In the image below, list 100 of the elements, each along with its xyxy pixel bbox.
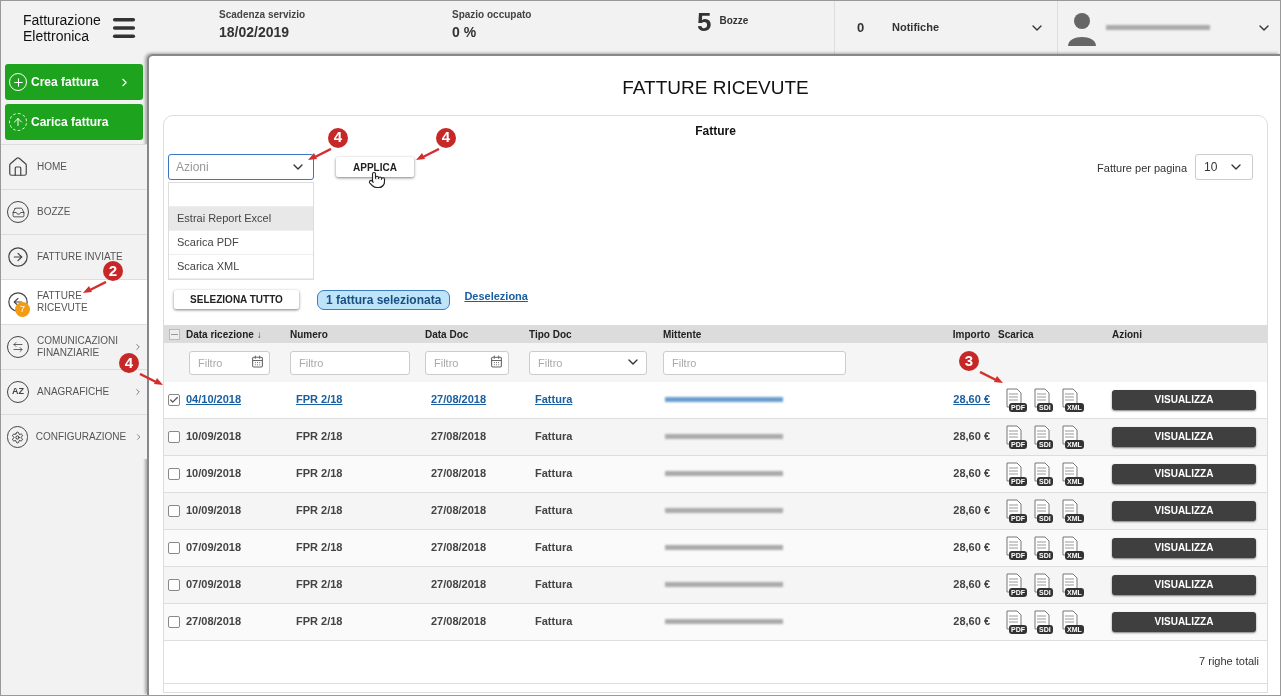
table-cell-text: FPR 2/18	[296, 577, 344, 593]
table-cell-text: 10/09/2018	[186, 466, 243, 482]
table-cell-text: 27/08/2018	[431, 577, 488, 593]
document-icon	[1034, 498, 1050, 519]
filter-select[interactable]: Filtro	[529, 350, 647, 375]
table-cell-text: 28,60 €	[953, 429, 991, 445]
document-icon	[1034, 572, 1050, 593]
table-cell-text: 28,60 €	[953, 503, 991, 519]
table-cell[interactable]: FPR 2/18	[296, 391, 425, 408]
row-checkbox[interactable]	[168, 393, 180, 406]
table-cell-text: 07/09/2018	[186, 577, 243, 593]
annotation-arrow-icon	[139, 373, 163, 385]
selection-count-badge: 1 fattura selezionata	[317, 289, 451, 310]
table-cell-text: 10/09/2018	[186, 503, 243, 519]
view-button[interactable]: VISUALIZZA	[1112, 426, 1256, 447]
per-page-label: Fatture per pagina	[1097, 160, 1187, 176]
apply-button[interactable]: APPLICA	[336, 157, 414, 177]
table-cell-text: FPR 2/18	[296, 503, 344, 519]
column-header: Numero	[290, 327, 329, 342]
row-checkbox[interactable]	[168, 541, 180, 554]
row-checkbox[interactable]	[168, 430, 180, 443]
drafts-label: Bozze	[719, 14, 749, 28]
table-cell-text: FPR 2/18	[296, 466, 344, 482]
table-cell-text: Fattura	[535, 466, 574, 482]
filter-field[interactable]: Filtro	[290, 350, 410, 375]
row-checkbox[interactable]	[168, 467, 180, 480]
chevron-right-icon	[133, 342, 143, 352]
filter-field[interactable]: Filtro	[189, 350, 270, 375]
row-checkbox[interactable]	[168, 504, 180, 517]
document-icon	[1034, 424, 1050, 445]
table-cell[interactable]: Fattura	[535, 391, 663, 408]
column-header: Scarica	[998, 327, 1035, 342]
annotation-number: 4	[436, 127, 456, 148]
table-cell-text: 07/09/2018	[186, 540, 243, 556]
arrow-right-icon	[7, 246, 29, 268]
home-icon	[7, 156, 29, 178]
page-title: FATTURE RICEVUTE	[621, 76, 810, 100]
stat-label: Spazio occupato	[452, 8, 533, 22]
calendar-icon	[251, 354, 264, 368]
table-cell-text: 27/08/2018	[186, 614, 243, 630]
collapse-checkbox-icon[interactable]	[169, 328, 180, 340]
table-cell-text: Fattura	[535, 614, 574, 630]
per-page-select[interactable]: 10	[1195, 153, 1253, 180]
deselect-link[interactable]: Deseleziona	[464, 288, 528, 305]
table-cell-text: Fattura	[535, 577, 574, 593]
column-header: Mittente	[663, 327, 703, 342]
table-cell-text: FPR 2/18	[296, 429, 344, 445]
table-cell-text: 28,60 €	[953, 577, 991, 593]
row-checkbox[interactable]	[168, 578, 180, 591]
document-icon	[1034, 535, 1050, 556]
filter-field[interactable]: Filtro	[663, 350, 846, 375]
table-cell[interactable]: 04/10/2018	[186, 391, 290, 408]
annotation-number: 4	[328, 127, 348, 148]
document-icon	[1034, 609, 1050, 630]
stat-value: 18/02/2019	[219, 23, 291, 42]
view-button[interactable]: VISUALIZZA	[1112, 537, 1256, 558]
hand-cursor-icon	[368, 169, 386, 190]
column-header: Data ricezione ↓	[186, 326, 263, 342]
document-icon	[1034, 461, 1050, 482]
card-tab[interactable]: Fatture	[695, 121, 736, 140]
table-cell-text: 10/09/2018	[186, 429, 243, 445]
document-icon	[1034, 387, 1050, 408]
table-cell-text: Fattura	[535, 429, 574, 445]
table-cell-text: Fattura	[535, 503, 574, 519]
table-cell-text: 27/08/2018	[431, 503, 488, 519]
annotation-arrow-icon	[83, 281, 107, 293]
view-button[interactable]: VISUALIZZA	[1112, 463, 1256, 484]
table-cell-text: 27/08/2018	[431, 429, 488, 445]
table-cell-text: 27/08/2018	[431, 466, 488, 482]
column-header: Azioni	[1111, 327, 1143, 342]
view-button[interactable]: VISUALIZZA	[1112, 574, 1256, 595]
annotation-arrow-icon	[979, 371, 1003, 383]
row-total-count: 7 righe totali	[1199, 654, 1259, 670]
annotation-arrow-icon	[308, 147, 332, 160]
app-logo: Fatturazione Elettronica	[23, 11, 98, 44]
table-cell-text: 27/08/2018	[431, 540, 488, 556]
table-cell-text: 28,60 €	[953, 466, 991, 482]
filter-field[interactable]: Filtro	[425, 350, 509, 375]
table-cell-text: FPR 2/18	[296, 614, 344, 630]
sort-indicator[interactable]: ↓	[256, 326, 262, 342]
view-button[interactable]: VISUALIZZA	[1112, 611, 1256, 632]
dropdown-option[interactable]: Estrai Report Excel	[169, 206, 313, 231]
stat-label: Scadenza servizio	[219, 8, 307, 22]
arrow-left-icon	[7, 291, 29, 313]
column-header: Data Doc	[425, 327, 470, 342]
table-cell-text: FPR 2/18	[296, 540, 344, 556]
chevron-right-icon	[133, 387, 143, 397]
table-cell[interactable]: 28,60 €	[953, 391, 998, 408]
view-button[interactable]: VISUALIZZA	[1112, 500, 1256, 521]
stat-value: 0 %	[452, 23, 478, 42]
view-button[interactable]: VISUALIZZA	[1112, 389, 1256, 410]
row-checkbox[interactable]	[168, 615, 180, 628]
column-header: Tipo Doc	[529, 327, 573, 342]
select-all-button[interactable]: SELEZIONA TUTTO	[174, 290, 299, 309]
annotation-arrow-icon	[416, 147, 440, 160]
table-cell-text: 28,60 €	[953, 540, 991, 556]
table-cell[interactable]: 27/08/2018	[431, 391, 529, 408]
table-cell-text: Fattura	[535, 540, 574, 556]
table-cell-text: 28,60 €	[953, 614, 991, 630]
drafts-count: 5	[697, 9, 712, 35]
